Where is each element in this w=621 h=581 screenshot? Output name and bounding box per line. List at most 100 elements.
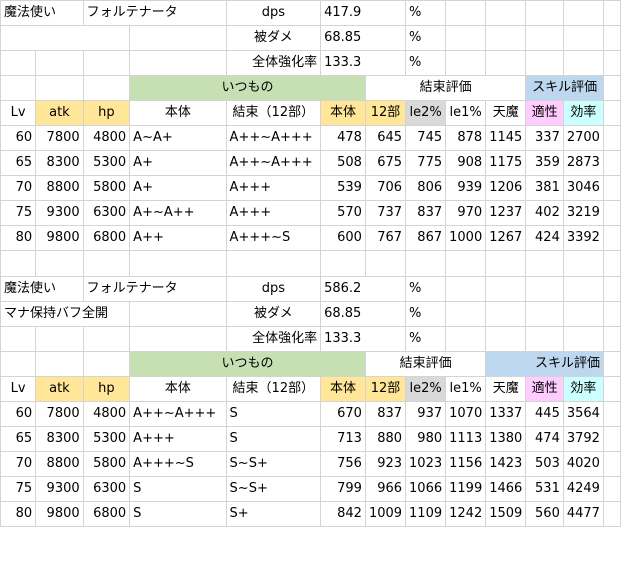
data-cell[interactable]: 8800 xyxy=(35,451,84,477)
data-cell[interactable]: 880 xyxy=(364,426,407,452)
data-cell[interactable]: 3219 xyxy=(562,200,604,226)
empty-cell[interactable] xyxy=(0,75,37,101)
data-cell[interactable]: 737 xyxy=(364,200,407,226)
column-header[interactable]: 本体 xyxy=(129,100,227,126)
data-cell[interactable]: 359 xyxy=(525,150,564,176)
data-cell[interactable]: 3792 xyxy=(562,426,604,452)
data-cell[interactable]: 5300 xyxy=(82,150,131,176)
empty-cell[interactable] xyxy=(602,401,621,427)
empty-cell[interactable] xyxy=(602,451,621,477)
data-cell[interactable]: 1380 xyxy=(485,426,527,452)
empty-cell[interactable] xyxy=(562,276,604,302)
data-cell[interactable]: 478 xyxy=(320,125,366,151)
column-header[interactable]: 効率 xyxy=(562,100,604,126)
column-header[interactable]: 本体 xyxy=(320,100,366,126)
data-cell[interactable]: 1109 xyxy=(405,501,447,527)
group-bond-eval-header[interactable]: 結束評価 xyxy=(364,351,487,377)
empty-cell[interactable] xyxy=(445,526,487,537)
buff-unit-cell[interactable]: % xyxy=(405,326,447,352)
data-cell[interactable]: 65 xyxy=(0,150,37,176)
data-cell[interactable]: S xyxy=(129,501,227,527)
data-cell[interactable]: 570 xyxy=(320,200,366,226)
empty-cell[interactable] xyxy=(445,301,487,327)
data-cell[interactable]: 3392 xyxy=(562,225,604,251)
empty-cell[interactable] xyxy=(405,250,447,277)
note-cell[interactable]: マナ保持バフ全開 xyxy=(0,301,131,327)
data-cell[interactable]: 937 xyxy=(405,401,447,427)
empty-cell[interactable] xyxy=(445,276,487,302)
data-cell[interactable]: 2873 xyxy=(562,150,604,176)
column-header[interactable]: Lv xyxy=(0,376,37,402)
empty-cell[interactable] xyxy=(82,75,131,101)
data-cell[interactable]: 970 xyxy=(445,200,487,226)
empty-cell[interactable] xyxy=(525,50,564,76)
empty-cell[interactable] xyxy=(0,25,131,51)
empty-cell[interactable] xyxy=(0,351,37,377)
empty-cell[interactable] xyxy=(562,50,604,76)
data-cell[interactable]: 70 xyxy=(0,175,37,201)
empty-cell[interactable] xyxy=(82,50,131,76)
empty-cell[interactable] xyxy=(602,326,621,352)
empty-cell[interactable] xyxy=(602,501,621,527)
empty-cell[interactable] xyxy=(485,250,527,277)
data-cell[interactable]: A+~A++ xyxy=(129,200,227,226)
empty-cell[interactable] xyxy=(35,250,84,277)
data-cell[interactable]: 4800 xyxy=(82,401,131,427)
column-header[interactable]: 天魔 xyxy=(485,100,527,126)
column-header[interactable]: 適性 xyxy=(525,100,564,126)
data-cell[interactable]: 806 xyxy=(405,175,447,201)
data-cell[interactable]: 2700 xyxy=(562,125,604,151)
data-cell[interactable]: 1337 xyxy=(485,401,527,427)
damage-value-cell[interactable]: 68.85 xyxy=(320,301,407,327)
dps-unit-cell[interactable]: % xyxy=(405,0,447,26)
empty-cell[interactable] xyxy=(485,526,527,537)
data-cell[interactable]: 745 xyxy=(405,125,447,151)
empty-cell[interactable] xyxy=(525,526,564,537)
data-cell[interactable]: 600 xyxy=(320,225,366,251)
damage-label-cell[interactable]: 被ダメ xyxy=(225,301,322,327)
data-cell[interactable]: 4249 xyxy=(562,476,604,502)
empty-cell[interactable] xyxy=(445,25,487,51)
damage-value-cell[interactable]: 68.85 xyxy=(320,25,407,51)
data-cell[interactable]: 75 xyxy=(0,200,37,226)
data-cell[interactable]: 70 xyxy=(0,451,37,477)
empty-cell[interactable] xyxy=(225,526,322,537)
data-cell[interactable]: 6800 xyxy=(82,501,131,527)
empty-cell[interactable] xyxy=(525,250,564,277)
data-cell[interactable]: 670 xyxy=(320,401,366,427)
column-header[interactable]: 本体 xyxy=(129,376,227,402)
empty-cell[interactable] xyxy=(562,301,604,327)
dps-label-cell[interactable]: dps xyxy=(225,276,322,302)
empty-cell[interactable] xyxy=(129,25,227,51)
empty-cell[interactable] xyxy=(562,0,604,26)
data-cell[interactable]: 560 xyxy=(525,501,564,527)
data-cell[interactable]: 837 xyxy=(405,200,447,226)
group-skill-eval-header[interactable]: スキル評価 xyxy=(485,351,604,377)
data-cell[interactable]: A+ xyxy=(129,150,227,176)
empty-cell[interactable] xyxy=(225,250,322,277)
data-cell[interactable]: 1237 xyxy=(485,200,527,226)
empty-cell[interactable] xyxy=(525,25,564,51)
data-cell[interactable]: 80 xyxy=(0,501,37,527)
empty-cell[interactable] xyxy=(364,250,407,277)
empty-cell[interactable] xyxy=(405,526,447,537)
data-cell[interactable]: S xyxy=(225,401,322,427)
empty-cell[interactable] xyxy=(525,276,564,302)
data-cell[interactable]: 1267 xyxy=(485,225,527,251)
empty-cell[interactable] xyxy=(82,250,131,277)
empty-cell[interactable] xyxy=(602,526,621,537)
buff-value-cell[interactable]: 133.3 xyxy=(320,50,407,76)
group-bond-eval-header[interactable]: 結束評価 xyxy=(364,75,527,101)
data-cell[interactable]: A+++ xyxy=(129,426,227,452)
column-header[interactable]: le1% xyxy=(445,100,487,126)
data-cell[interactable]: 337 xyxy=(525,125,564,151)
empty-cell[interactable] xyxy=(485,301,527,327)
empty-cell[interactable] xyxy=(0,50,37,76)
data-cell[interactable]: S+ xyxy=(225,501,322,527)
data-cell[interactable]: 837 xyxy=(364,401,407,427)
empty-cell[interactable] xyxy=(602,25,621,51)
empty-cell[interactable] xyxy=(562,250,604,277)
empty-cell[interactable] xyxy=(602,225,621,251)
buff-label-cell[interactable]: 全体強化率 xyxy=(225,50,322,76)
column-header[interactable]: 効率 xyxy=(562,376,604,402)
